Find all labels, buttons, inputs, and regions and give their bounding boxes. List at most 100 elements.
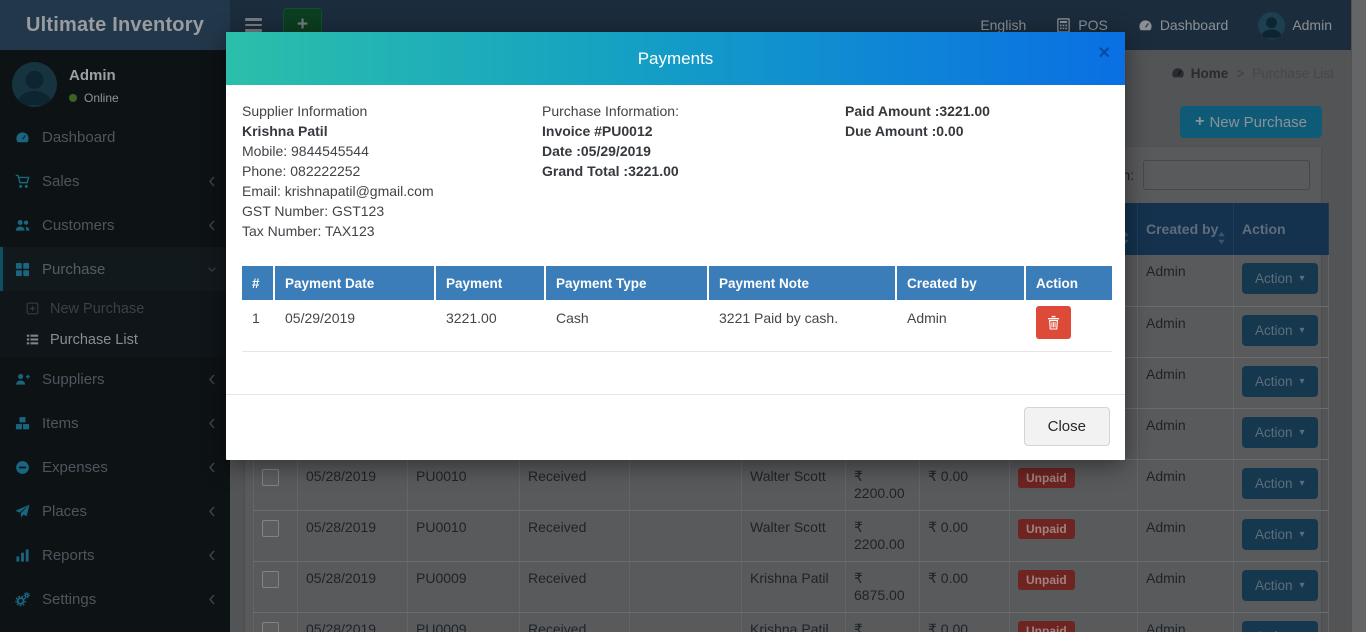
cell-reference [630,561,742,612]
modal-footer: Close [226,394,1125,460]
grid-icon [14,262,30,277]
calculator-icon [1056,18,1071,33]
cell-purchase-no: PU0010 [408,459,520,510]
cell-reference [630,510,742,561]
cell-action: Action▾ [1234,357,1329,408]
caret-down-icon: ▾ [1300,580,1305,591]
purchase-info-heading: Purchase Information: [542,101,845,121]
cell-purchase-date: 05/28/2019 [298,612,408,632]
delete-payment-button[interactable] [1036,306,1071,339]
sidebar-toggle-icon[interactable] [230,18,277,32]
cell-created-by: Admin [1138,510,1234,561]
sidebar-item-expenses[interactable]: Expenses [0,445,230,489]
chevron-left-icon [208,462,216,473]
sidebar-item-customers[interactable]: Customers [0,203,230,247]
row-checkbox[interactable] [262,520,279,537]
cell-action: Action▾ [1234,306,1329,357]
supplier-gst: GST Number: GST123 [242,201,542,221]
new-purchase-button[interactable]: +New Purchase [1180,106,1322,138]
cell-action: Action▾ [1234,510,1329,561]
paid-amount: Paid Amount :3221.00 [845,101,1109,121]
nav-item-pos[interactable]: POS [1056,17,1108,33]
sidebar-item-reports[interactable]: Reports [0,533,230,577]
purchase-row: 05/28/2019 PU0010 Received Walter Scott … [254,459,1329,510]
row-checkbox[interactable] [262,622,279,632]
cart-icon [14,174,30,189]
cell-payment-status: Unpaid [1010,459,1138,510]
gauge-icon [1138,18,1153,33]
cell-payment-status: Unpaid [1010,612,1138,632]
sidebar-item-purchase[interactable]: Purchase [0,247,230,291]
action-dropdown-button[interactable]: Action▾ [1242,570,1318,601]
pay-cell-created-by: Admin [897,300,1026,352]
row-checkbox[interactable] [262,571,279,588]
cell-checkbox [254,510,298,561]
cell-payment-status: Unpaid [1010,561,1138,612]
gauge-icon [14,130,30,145]
minus-circle-icon [14,460,30,475]
pay-header-num: # [242,266,275,300]
cell-created-by: Admin [1138,612,1234,632]
nav-item-admin[interactable]: Admin [1258,12,1332,39]
action-dropdown-button[interactable]: Action▾ [1242,315,1318,346]
breadcrumb-home-link[interactable]: Home [1171,66,1229,81]
chevron-left-icon [208,176,216,187]
paper-plane-icon [14,504,30,519]
nav-item-english[interactable]: English [980,17,1026,33]
sidebar-item-new-purchase[interactable]: New Purchase [0,293,230,324]
cell-payment-status: Unpaid [1010,510,1138,561]
payments-modal: Payments × Supplier Information Krishna … [226,32,1125,460]
breadcrumb-current: Purchase List [1252,66,1334,81]
pay-cell-date: 05/29/2019 [275,300,436,352]
sort-icon [1217,231,1226,245]
payment-status-badge: Unpaid [1018,519,1075,539]
sidebar-item-places[interactable]: Places [0,489,230,533]
page-scrollbar[interactable] [1351,0,1366,632]
cell-status: Received [520,561,630,612]
sidebar-item-dashboard[interactable]: Dashboard [0,115,230,159]
header-action: Action [1234,203,1329,255]
search-input[interactable] [1143,160,1310,190]
plus-icon: + [1195,113,1204,131]
chevron-left-icon [208,374,216,385]
sidebar-item-sales[interactable]: Sales [0,159,230,203]
pay-cell-num: 1 [242,300,275,352]
sidebar-item-purchase-list[interactable]: Purchase List [0,324,230,355]
cell-purchase-no: PU0009 [408,612,520,632]
action-dropdown-button[interactable]: Action▾ [1242,468,1318,499]
cell-created-by: Admin [1138,561,1234,612]
chevron-left-icon [208,594,216,605]
cell-action: Action▾ [1234,459,1329,510]
user-status: Online [84,91,119,105]
action-dropdown-button[interactable]: Action▾ [1242,519,1318,550]
modal-title: Payments [638,49,714,69]
action-dropdown-button[interactable]: Action▾ [1242,621,1318,632]
action-dropdown-button[interactable]: Action▾ [1242,263,1318,294]
pay-cell-note: 3221 Paid by cash. [709,300,897,352]
app-logo[interactable]: Ultimate Inventory [0,0,230,50]
close-icon[interactable]: × [1098,43,1110,63]
supplier-phone: Phone: 082222252 [242,161,542,181]
action-dropdown-button[interactable]: Action▾ [1242,417,1318,448]
row-checkbox[interactable] [262,469,279,486]
avatar [12,62,57,107]
chevron-left-icon [208,506,216,517]
action-dropdown-button[interactable]: Action▾ [1242,366,1318,397]
sidebar-item-settings[interactable]: Settings [0,577,230,621]
pay-cell-type: Cash [546,300,709,352]
supplier-email: Email: krishnapatil@gmail.com [242,181,542,201]
purchase-row: 05/28/2019 PU0009 Received Krishna Patil… [254,612,1329,632]
pay-cell-action [1026,300,1112,352]
cell-supplier: Walter Scott [742,459,846,510]
sidebar-item-items[interactable]: Items [0,401,230,445]
cell-supplier: Krishna Patil [742,561,846,612]
cell-total: ₹ 6875.00 [846,561,920,612]
purchase-date: Date :05/29/2019 [542,141,845,161]
cell-purchase-date: 05/28/2019 [298,561,408,612]
nav-item-dashboard[interactable]: Dashboard [1138,17,1229,33]
purchase-submenu: New Purchase Purchase List [0,291,230,357]
cell-purchase-date: 05/28/2019 [298,459,408,510]
close-button[interactable]: Close [1024,407,1110,446]
header-created-by[interactable]: Created by [1138,203,1234,255]
sidebar-item-suppliers[interactable]: Suppliers [0,357,230,401]
